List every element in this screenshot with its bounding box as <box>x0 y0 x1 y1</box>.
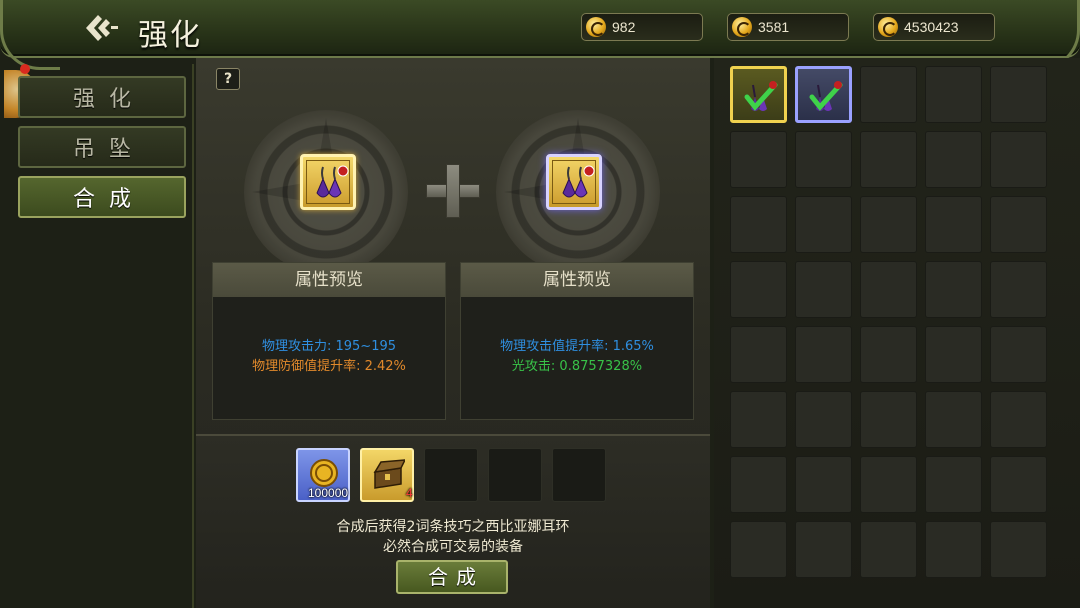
inventory-slot[interactable] <box>990 391 1047 448</box>
inventory-slot[interactable] <box>795 456 852 513</box>
material-slot-coin[interactable]: 100000 <box>296 448 350 502</box>
stat-line: 光攻击: 0.8757328% <box>511 359 643 374</box>
checked-earring-icon <box>744 81 778 111</box>
currency-value: 3581 <box>758 19 790 35</box>
sidebar-nav: 强化 吊坠 合成 <box>4 64 194 608</box>
purple-earring-icon <box>316 165 349 198</box>
material-slot-empty[interactable] <box>488 448 542 502</box>
material-slot-chest[interactable]: 4 <box>360 448 414 502</box>
inventory-slot[interactable] <box>925 521 982 578</box>
gold-coin-icon <box>310 459 338 487</box>
preview-title: 属性预览 <box>461 263 693 297</box>
inventory-slot[interactable] <box>730 261 787 318</box>
inventory-slot[interactable] <box>925 131 982 188</box>
tab-enhance[interactable]: 强化 <box>18 76 186 118</box>
gold-coin-icon <box>878 17 898 37</box>
inventory-slot[interactable] <box>990 261 1047 318</box>
game-screen: 强化 982 3581 4530423 强化 吊坠 合成 ? 属性预览 物理攻击… <box>0 0 1080 608</box>
treasure-chest-icon <box>373 459 405 489</box>
inventory-slot[interactable] <box>795 196 852 253</box>
inventory-slot-selected[interactable] <box>795 66 852 123</box>
back-arrow-icon[interactable] <box>84 13 118 43</box>
compass-coin-icon <box>586 17 606 37</box>
inventory-slot[interactable] <box>730 391 787 448</box>
inventory-slot[interactable] <box>730 131 787 188</box>
attribute-preview-left: 属性预览 物理攻击力: 195~195 物理防御值提升率: 2.42% <box>212 262 446 420</box>
inventory-slot[interactable] <box>925 456 982 513</box>
material-count: 4 <box>406 486 413 500</box>
inventory-slot[interactable] <box>925 391 982 448</box>
inventory-slot[interactable] <box>730 521 787 578</box>
top-bar: 强化 982 3581 4530423 <box>0 0 1080 70</box>
material-slot-empty[interactable] <box>552 448 606 502</box>
inventory-slot[interactable] <box>860 196 917 253</box>
synthesis-slot-1[interactable] <box>300 154 356 210</box>
inventory-slot[interactable] <box>730 456 787 513</box>
stat-line: 物理攻击力: 195~195 <box>261 339 397 354</box>
synthesis-panel: ? 属性预览 物理攻击力: 195~195 物理防御值提升率: 2.42% 属性… <box>196 58 710 608</box>
stat-line: 物理防御值提升率: 2.42% <box>252 359 406 374</box>
currency-gold: 4530423 <box>873 13 995 41</box>
synthesis-slot-2[interactable] <box>546 154 602 210</box>
synthesize-button[interactable]: 合成 <box>396 560 508 594</box>
inventory-slot[interactable] <box>860 326 917 383</box>
inventory-slot[interactable] <box>925 326 982 383</box>
inventory-slot[interactable] <box>860 131 917 188</box>
inventory-slot[interactable] <box>860 261 917 318</box>
material-count: 100000 <box>308 486 349 500</box>
currency-value: 982 <box>612 19 636 35</box>
inventory-slot[interactable] <box>990 521 1047 578</box>
inventory-slot[interactable] <box>925 66 982 123</box>
inventory-slot[interactable] <box>730 196 787 253</box>
attribute-preview-right: 属性预览 物理攻击值提升率: 1.65% 光攻击: 0.8757328% <box>460 262 694 420</box>
material-slot-empty[interactable] <box>424 448 478 502</box>
inventory-slot[interactable] <box>925 196 982 253</box>
tab-synthesis[interactable]: 合成 <box>18 176 186 218</box>
inventory-grid <box>714 58 1080 608</box>
frame-corner-left <box>0 0 60 70</box>
notification-dot-icon <box>20 64 30 74</box>
inventory-slot[interactable] <box>925 261 982 318</box>
inventory-slot[interactable] <box>990 196 1047 253</box>
help-button[interactable]: ? <box>216 68 240 90</box>
inventory-slot[interactable] <box>990 326 1047 383</box>
c-coin-icon <box>732 17 752 37</box>
inventory-slot[interactable] <box>990 456 1047 513</box>
page-title: 强化 <box>138 18 202 53</box>
currency-value: 4530423 <box>904 19 959 35</box>
inventory-slot[interactable] <box>860 456 917 513</box>
currency-compass: 982 <box>581 13 703 41</box>
inventory-slot[interactable] <box>795 521 852 578</box>
inventory-slot[interactable] <box>860 521 917 578</box>
inventory-slot[interactable] <box>730 326 787 383</box>
stat-line: 物理攻击值提升率: 1.65% <box>500 339 654 354</box>
inventory-slot[interactable] <box>795 261 852 318</box>
preview-title: 属性预览 <box>213 263 445 297</box>
materials-panel: 100000 4 合成后获得2词条技巧之西比亚娜耳环 必然合成可交易的装备 合成 <box>196 434 710 608</box>
inventory-slot[interactable] <box>990 66 1047 123</box>
inventory-slot[interactable] <box>795 326 852 383</box>
inventory-slot[interactable] <box>795 131 852 188</box>
inventory-slot[interactable] <box>795 391 852 448</box>
inventory-slot[interactable] <box>860 391 917 448</box>
tab-pendant[interactable]: 吊坠 <box>18 126 186 168</box>
inventory-slot-selected[interactable] <box>730 66 787 123</box>
result-description: 合成后获得2词条技巧之西比亚娜耳环 <box>336 519 570 535</box>
inventory-slot[interactable] <box>860 66 917 123</box>
checked-earring-icon <box>809 81 843 111</box>
result-note: 必然合成可交易的装备 <box>383 539 523 555</box>
purple-earring-icon <box>562 165 595 198</box>
currency-c: 3581 <box>727 13 849 41</box>
plus-icon <box>426 164 480 218</box>
inventory-slot[interactable] <box>990 131 1047 188</box>
